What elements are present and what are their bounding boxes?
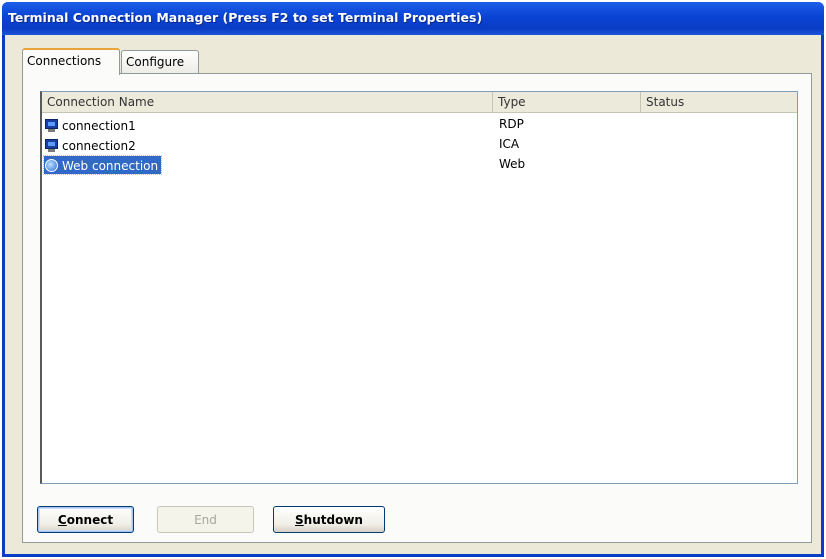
connection-name-label: Web connection [62, 158, 159, 173]
connection-type-cell: Web [499, 157, 526, 171]
terminal-connection-manager-window: Terminal Connection Manager (Press F2 to… [2, 2, 824, 557]
list-rows: connection1 RDP connection2 ICA Web conn… [42, 115, 797, 175]
list-item-connection2[interactable]: connection2 ICA [42, 135, 797, 155]
column-header-type[interactable]: Type [493, 92, 641, 113]
tab-configure[interactable]: Configure [121, 50, 199, 74]
shutdown-button[interactable]: Shutdown [273, 506, 385, 533]
list-item-connection1[interactable]: connection1 RDP [42, 115, 797, 135]
connect-button-label: onnect [66, 513, 114, 527]
connection-type-cell: RDP [499, 117, 524, 131]
list-header: Connection Name Type Status [42, 92, 797, 113]
connection-name-label: connection2 [62, 138, 136, 153]
end-button-label: nd [201, 513, 217, 527]
tab-connections[interactable]: Connections [22, 48, 120, 75]
shutdown-button-label: hutdown [303, 513, 363, 527]
end-button: End [157, 506, 254, 533]
column-header-status[interactable]: Status [641, 92, 798, 113]
connection-type-cell: ICA [499, 137, 520, 151]
end-accel-key: E [194, 513, 202, 527]
connection-name-cell: connection1 [44, 116, 139, 134]
connection-name-cell: Web connection [42, 155, 163, 175]
shutdown-accel-key: S [295, 513, 304, 527]
terminal-icon [45, 119, 58, 132]
window-title: Terminal Connection Manager (Press F2 to… [2, 2, 824, 35]
list-item-web-connection[interactable]: Web connection Web [42, 155, 797, 175]
connection-name-cell: connection2 [44, 136, 139, 154]
connect-accel-key: C [57, 513, 67, 527]
connect-button[interactable]: Connect [37, 506, 134, 533]
connections-panel: Connection Name Type Status connection1 … [22, 73, 812, 543]
terminal-icon [45, 139, 58, 152]
column-header-connection-name[interactable]: Connection Name [42, 92, 493, 113]
connection-name-label: connection1 [62, 118, 136, 133]
web-icon [45, 159, 58, 172]
connections-list[interactable]: Connection Name Type Status connection1 … [40, 91, 798, 484]
